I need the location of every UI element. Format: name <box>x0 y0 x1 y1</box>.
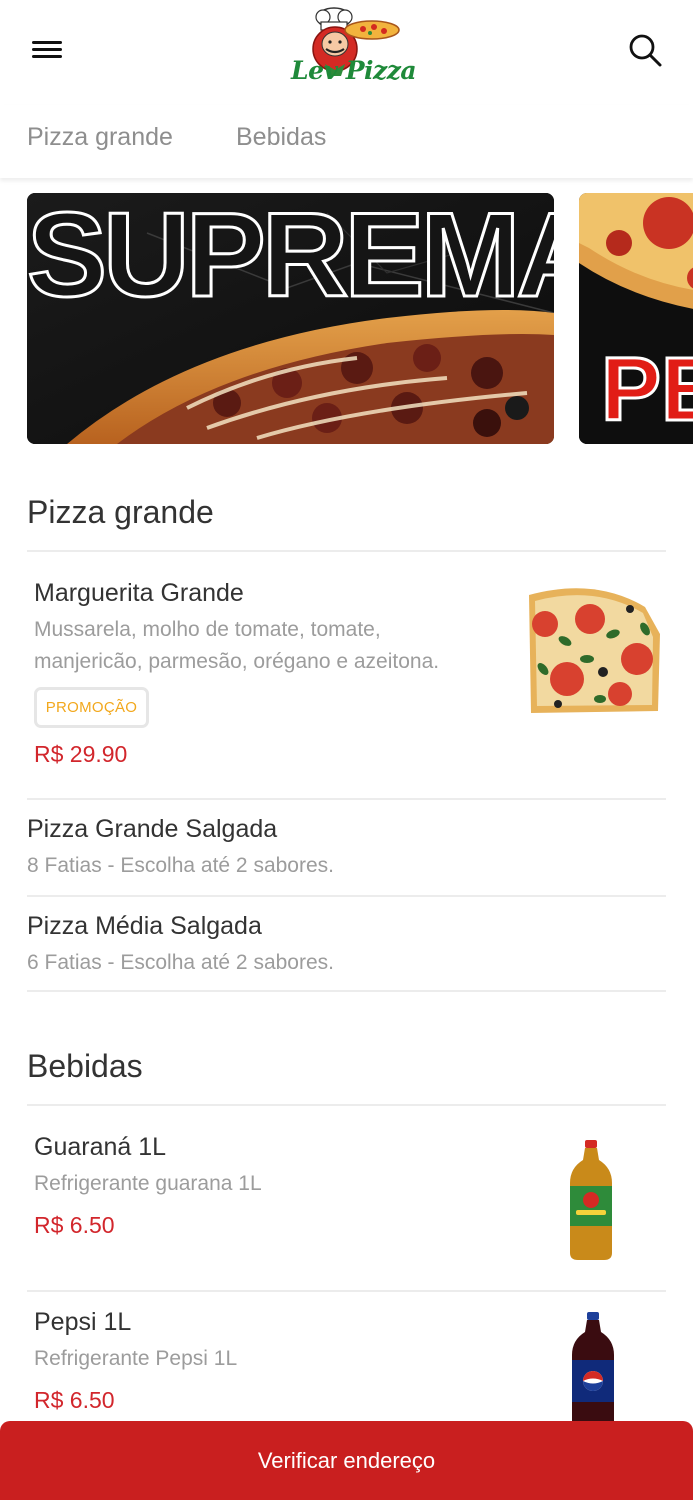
menu-item-pizza-grande-salgada[interactable]: Pizza Grande Salgada 8 Fatias - Escolha … <box>27 800 666 895</box>
verify-address-button[interactable]: Verificar endereço <box>0 1421 693 1500</box>
pepsi-bottle-image <box>568 1310 618 1434</box>
logo-text: Lev Pizza <box>291 56 417 85</box>
tab-pizza-grande[interactable]: Pizza grande <box>27 123 173 152</box>
category-tabs: Pizza grande Bebidas <box>0 105 693 178</box>
hamburger-menu-icon[interactable] <box>30 38 64 62</box>
lev-pizza-logo[interactable]: Lev Pizza <box>285 4 417 96</box>
item-price: R$ 6.50 <box>34 1212 115 1238</box>
item-name: Pizza Média Salgada <box>27 912 262 940</box>
menu-item-marguerita-grande[interactable]: Marguerita Grande Mussarela, molho de to… <box>27 552 666 798</box>
app-header: Lev Pizza <box>0 0 693 105</box>
tab-bebidas[interactable]: Bebidas <box>236 123 326 152</box>
item-name: Guaraná 1L <box>34 1133 167 1161</box>
pizza-margherita-image <box>525 579 660 714</box>
banner-pepperoni[interactable]: PE <box>579 193 693 444</box>
item-description: Mussarela, molho de tomate, tomate, manj… <box>34 618 440 673</box>
item-name: Pizza Grande Salgada <box>27 815 278 843</box>
item-price: R$ 29.90 <box>34 741 128 767</box>
divider <box>27 990 666 992</box>
guarana-bottle-image <box>566 1138 616 1262</box>
promo-badge: PROMOÇÃO <box>34 687 149 728</box>
item-name: Pepsi 1L <box>34 1308 132 1336</box>
section-title-pizza-grande: Pizza grande <box>27 494 214 530</box>
menu-item-guarana-1l[interactable]: Guaraná 1L Refrigerante guarana 1L R$ 6.… <box>27 1106 666 1290</box>
item-description: Refrigerante guarana 1L <box>34 1172 262 1195</box>
banner-suprema[interactable]: SUPREMA <box>27 193 554 444</box>
search-icon[interactable] <box>627 32 663 68</box>
banner-pepperoni-title: PE <box>599 340 693 440</box>
item-description: Refrigerante Pepsi 1L <box>34 1347 238 1370</box>
promo-banner-carousel[interactable]: SUPREMA PE <box>27 193 693 444</box>
menu-item-pepsi-1l[interactable]: Pepsi 1L Refrigerante Pepsi 1L R$ 6.50 <box>27 1292 666 1434</box>
menu-item-pizza-media-salgada[interactable]: Pizza Média Salgada 6 Fatias - Escolha a… <box>27 897 666 990</box>
item-price: R$ 6.50 <box>34 1387 115 1413</box>
item-description: 6 Fatias - Escolha até 2 sabores. <box>27 951 334 974</box>
item-name: Marguerita Grande <box>34 579 244 607</box>
section-title-bebidas: Bebidas <box>27 1048 143 1084</box>
item-description: 8 Fatias - Escolha até 2 sabores. <box>27 854 334 877</box>
banner-suprema-title: SUPREMA <box>27 193 554 322</box>
